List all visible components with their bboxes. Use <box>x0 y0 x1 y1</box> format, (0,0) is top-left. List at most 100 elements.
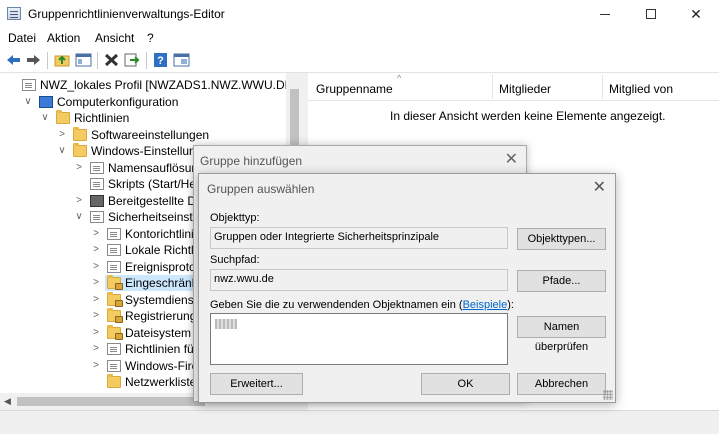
properties-icon[interactable] <box>173 52 190 68</box>
policy-icon <box>107 343 121 355</box>
close-icon[interactable]: ✕ <box>505 149 518 169</box>
tree-item-label: Softwareeinstellungen <box>91 127 210 142</box>
chevron-right-icon[interactable]: > <box>74 160 84 176</box>
chevron-right-icon[interactable]: > <box>57 127 67 143</box>
tree-item[interactable]: > Eingeschränkte G <box>93 275 220 291</box>
window-title: Gruppenrichtlinienverwaltungs-Editor <box>28 7 225 21</box>
chevron-right-icon[interactable]: > <box>91 259 101 275</box>
search-path-label: Suchpfad: <box>210 254 260 266</box>
examples-link[interactable]: Beispiele <box>463 299 508 311</box>
minimize-icon <box>600 14 610 15</box>
tree-item[interactable]: > Softwareeinstellungen <box>0 126 303 143</box>
toolbar: ? <box>0 48 719 73</box>
tree-item[interactable]: ∨ Computerkonfiguration <box>0 94 303 110</box>
chevron-right-icon[interactable]: > <box>91 292 101 308</box>
chevron-right-icon[interactable]: > <box>91 226 101 242</box>
policy-icon <box>107 359 121 372</box>
menu-aktion[interactable]: Aktion <box>47 31 80 45</box>
chevron-right-icon[interactable]: > <box>91 242 101 258</box>
computer-icon <box>39 95 53 108</box>
policy-icon <box>107 244 121 256</box>
help-icon[interactable]: ? <box>152 52 169 68</box>
tree-item-label: Systemdienste <box>125 292 204 307</box>
close-icon[interactable]: ✕ <box>593 177 606 197</box>
chevron-right-icon[interactable]: > <box>74 193 84 209</box>
tree-item-label: Richtlinien <box>74 111 130 125</box>
tree-item-label: Dateisystem <box>125 325 192 340</box>
menu-bar: Datei Aktion Ansicht ? <box>0 28 719 48</box>
policy-icon <box>90 178 104 190</box>
column-header-mitglied-von[interactable]: Mitglied von <box>609 82 673 96</box>
object-types-button[interactable]: Objekttypen... <box>517 228 606 250</box>
forward-arrow-icon[interactable] <box>25 52 42 68</box>
chevron-down-icon[interactable]: ∨ <box>40 110 50 126</box>
chevron-right-icon[interactable]: > <box>91 358 101 374</box>
column-header-mitglieder[interactable]: Mitglieder <box>499 82 551 96</box>
policy-icon <box>90 161 104 174</box>
toolbar-separator <box>97 52 98 69</box>
column-divider[interactable] <box>492 75 493 99</box>
chevron-right-icon[interactable]: > <box>91 325 101 341</box>
maximize-button[interactable] <box>628 0 674 28</box>
tree-item[interactable]: NWZ_lokales Profil [NWZADS1.NWZ.WWU.DE] … <box>0 77 303 93</box>
policy-icon <box>107 260 121 273</box>
menu-ansicht[interactable]: Ansicht <box>95 31 134 45</box>
minimize-button[interactable] <box>582 0 628 28</box>
list-header: ^ Gruppenname Mitglieder Mitglied von <box>308 73 719 101</box>
column-header-gruppenname[interactable]: Gruppenname <box>316 82 393 96</box>
object-type-field: Gruppen oder Integrierte Sicherheitsprin… <box>210 227 508 249</box>
no-chevron <box>6 77 16 93</box>
policy-icon <box>22 79 36 91</box>
tree-item-label: Computerkonfiguration <box>57 94 179 109</box>
tree-item[interactable]: ∨ Richtlinien <box>0 110 303 126</box>
chevron-right-icon[interactable]: > <box>91 341 101 357</box>
enter-names-label-suffix: ): <box>507 299 514 311</box>
close-button[interactable]: ✕ <box>673 0 719 28</box>
lock-folder-icon <box>107 291 123 307</box>
dialog-title: Gruppe hinzufügen <box>200 154 303 168</box>
ok-button[interactable]: OK <box>421 373 510 395</box>
menu-help[interactable]: ? <box>147 31 154 45</box>
scroll-left-icon[interactable]: ◀ <box>4 396 11 407</box>
chevron-right-icon[interactable]: > <box>91 308 101 324</box>
toolbar-separator <box>47 52 48 69</box>
lock-folder-icon <box>107 308 123 323</box>
folder-icon <box>73 143 87 157</box>
paths-button[interactable]: Pfade... <box>517 270 606 292</box>
object-names-input[interactable] <box>210 313 508 365</box>
up-folder-icon[interactable] <box>54 52 71 68</box>
enter-names-label: Geben Sie die zu verwendenden Objektname… <box>210 299 514 311</box>
maximize-icon <box>646 9 656 19</box>
resize-grip-icon[interactable] <box>603 390 613 400</box>
sort-indicator-icon: ^ <box>397 73 402 83</box>
delete-icon[interactable] <box>103 52 120 68</box>
tree-item-label: NWZ_lokales Profil [NWZADS1.NWZ.WWU.DE] … <box>40 78 303 92</box>
dialog-title: Gruppen auswählen <box>207 182 315 196</box>
svg-text:?: ? <box>157 55 164 67</box>
no-chevron <box>91 374 101 390</box>
chevron-right-icon[interactable]: > <box>91 275 101 291</box>
object-type-label: Objekttyp: <box>210 212 260 224</box>
empty-list-message: In dieser Ansicht werden keine Elemente … <box>390 109 666 123</box>
chevron-down-icon[interactable]: ∨ <box>57 143 67 159</box>
chevron-down-icon[interactable]: ∨ <box>74 209 84 225</box>
export-icon[interactable] <box>123 52 140 68</box>
enter-names-label-text: Geben Sie die zu verwendenden Objektname… <box>210 299 463 311</box>
policy-icon <box>107 227 121 240</box>
show-hide-tree-icon[interactable] <box>75 52 92 68</box>
check-names-button[interactable]: Namen überprüfen <box>517 316 606 353</box>
folder-icon <box>73 126 87 141</box>
chevron-down-icon[interactable]: ∨ <box>23 94 33 110</box>
no-chevron <box>74 176 84 192</box>
folder-icon <box>56 110 70 124</box>
cancel-button[interactable]: Abbrechen <box>517 373 606 395</box>
title-bar: Gruppenrichtlinienverwaltungs-Editor ✕ <box>0 0 719 28</box>
menu-datei[interactable]: Datei <box>8 31 36 45</box>
back-arrow-icon[interactable] <box>5 52 22 68</box>
advanced-button[interactable]: Erweitert... <box>210 373 303 395</box>
tree-item-label: Registrierung <box>125 309 197 323</box>
redacted-text <box>215 319 237 329</box>
close-icon: ✕ <box>690 6 702 22</box>
column-divider[interactable] <box>602 75 603 99</box>
scroll-thumb[interactable] <box>17 397 205 406</box>
